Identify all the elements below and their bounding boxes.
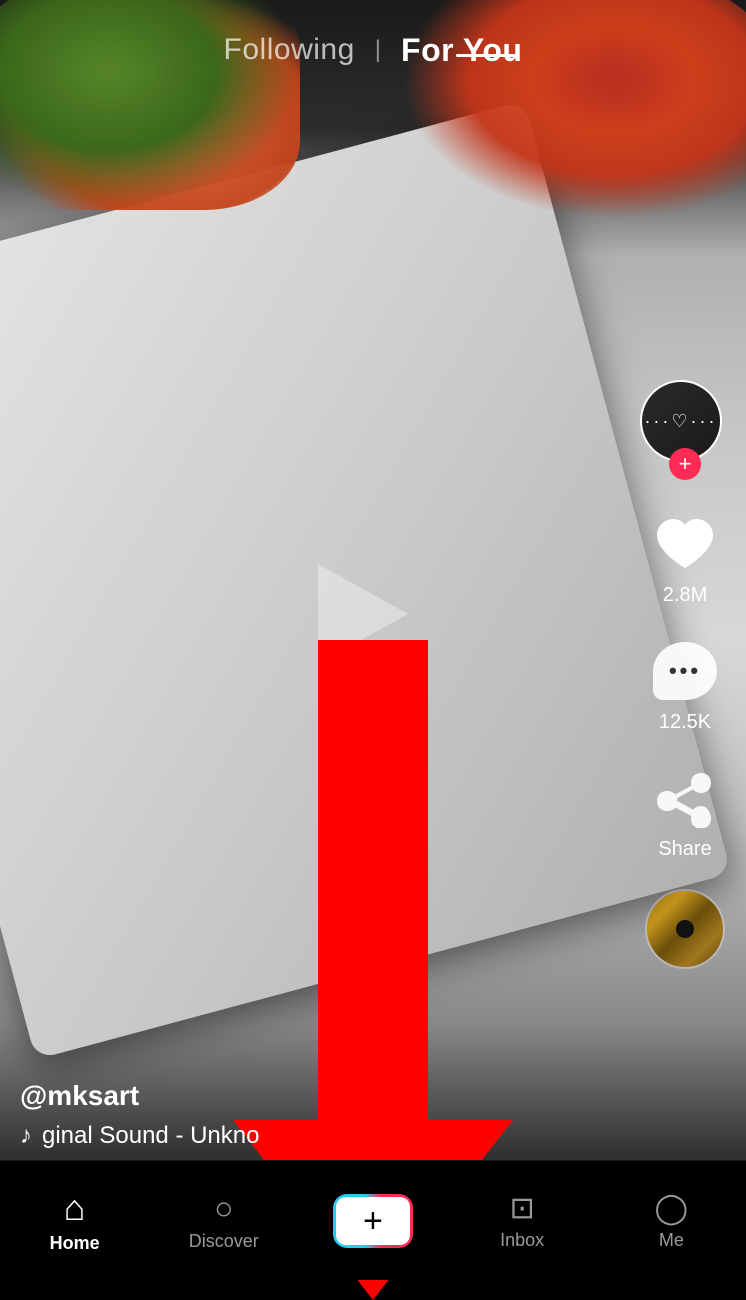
nav-me[interactable]: ◯ Me bbox=[621, 1191, 721, 1251]
disc-inner bbox=[647, 891, 723, 967]
red-arrow bbox=[318, 640, 428, 1120]
me-label: Me bbox=[659, 1230, 684, 1251]
share-button[interactable]: Share bbox=[649, 762, 721, 861]
profile-icon: ◯ bbox=[655, 1191, 689, 1226]
avatar-container[interactable]: ···♡··· + bbox=[640, 380, 730, 480]
top-nav: Following | For You bbox=[0, 0, 746, 100]
comments-count: 12.5K bbox=[659, 711, 711, 734]
music-note-icon: ♪ bbox=[20, 1122, 32, 1150]
arrow-shaft bbox=[318, 640, 428, 1120]
likes-count: 2.8M bbox=[663, 584, 707, 607]
inbox-icon: ⊡ bbox=[510, 1191, 535, 1226]
music-disc[interactable] bbox=[645, 889, 725, 969]
follow-button[interactable]: + bbox=[669, 448, 701, 480]
nav-inbox[interactable]: ⊡ Inbox bbox=[472, 1191, 572, 1251]
heart-icon bbox=[653, 514, 717, 574]
comment-dots: ••• bbox=[669, 658, 701, 684]
right-actions: ···♡··· + 2.8M ••• 12.5K Share bbox=[640, 380, 730, 969]
disc-center bbox=[676, 920, 694, 938]
like-button[interactable]: 2.8M bbox=[649, 508, 721, 607]
create-button[interactable]: + bbox=[333, 1194, 413, 1248]
search-icon: ○ bbox=[214, 1190, 233, 1227]
inbox-label: Inbox bbox=[500, 1230, 544, 1251]
discover-label: Discover bbox=[189, 1231, 259, 1252]
nav-create[interactable]: + bbox=[323, 1194, 423, 1248]
share-icon-wrap bbox=[649, 762, 721, 834]
music-text: ginal Sound - Unkno bbox=[42, 1122, 259, 1150]
home-label: Home bbox=[50, 1233, 100, 1254]
nav-divider: | bbox=[375, 36, 381, 64]
music-info[interactable]: ♪ ginal Sound - Unkno bbox=[20, 1122, 259, 1150]
bottom-info: @mksart ♪ ginal Sound - Unkno bbox=[20, 1080, 259, 1150]
for-you-tab[interactable]: For You bbox=[401, 32, 522, 68]
nav-discover[interactable]: ○ Discover bbox=[174, 1190, 274, 1252]
share-icon bbox=[655, 768, 715, 828]
nav-home[interactable]: ⌂ Home bbox=[25, 1187, 125, 1254]
comment-bubble: ••• bbox=[653, 642, 717, 700]
username[interactable]: @mksart bbox=[20, 1080, 259, 1112]
active-tab-underline bbox=[456, 54, 516, 57]
heart-icon-wrap bbox=[649, 508, 721, 580]
comment-button[interactable]: ••• 12.5K bbox=[649, 635, 721, 734]
bottom-nav: ⌂ Home ○ Discover + ⊡ Inbox ◯ Me bbox=[0, 1160, 746, 1280]
share-label: Share bbox=[658, 838, 711, 861]
avatar-heart-dots: ···♡··· bbox=[644, 411, 717, 432]
comment-icon-wrap: ••• bbox=[649, 635, 721, 707]
home-icon: ⌂ bbox=[64, 1187, 86, 1229]
following-tab[interactable]: Following bbox=[224, 33, 355, 67]
create-plus-icon: + bbox=[363, 1204, 383, 1238]
